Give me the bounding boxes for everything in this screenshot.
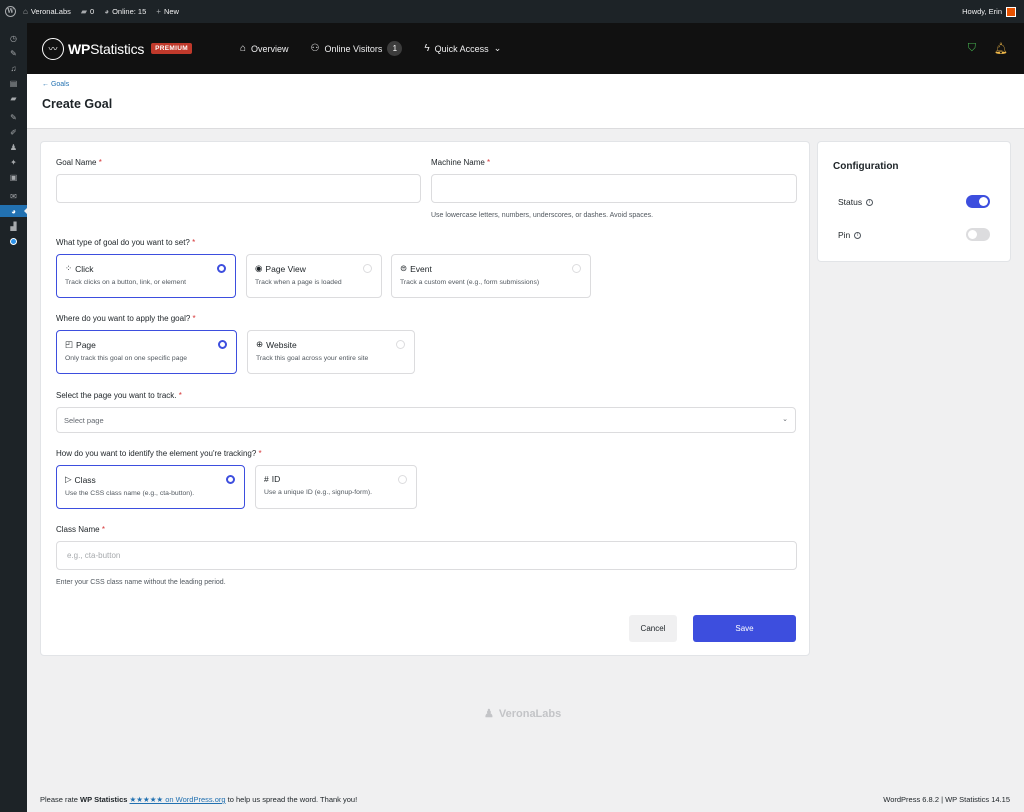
code-icon: ▷	[65, 474, 72, 484]
class-name-label: Class Name *	[56, 525, 105, 534]
lightning-icon: ϟ	[424, 43, 430, 54]
save-button[interactable]: Save	[693, 615, 796, 642]
comments-link[interactable]: ▰ 0	[81, 7, 94, 16]
class-name-hint: Enter your CSS class name without the le…	[56, 579, 226, 586]
apply-goal-label: Where do you want to apply the goal? *	[56, 314, 196, 323]
plugin-menu-icon[interactable]	[0, 235, 27, 247]
radio-unselected	[398, 475, 407, 484]
footer-rate-text: Please rate WP Statistics ★★★★★ on WordP…	[40, 795, 358, 804]
wps-header: 〰 WPStatistics PREMIUM ⌂ Overview ⚇ Onli…	[27, 23, 1024, 74]
radio-selected	[217, 264, 226, 273]
page-title: Create Goal	[42, 97, 113, 111]
media-icon[interactable]: ♫	[0, 62, 27, 74]
veronalabs-icon: ♟	[484, 708, 494, 720]
online-users-link[interactable]: ◕ Online: 15	[104, 7, 146, 16]
radio-unselected	[396, 340, 405, 349]
chart-circle-icon: ◕	[104, 7, 110, 16]
info-icon[interactable]: i	[866, 198, 874, 206]
apply-website-option[interactable]: ⊕ Website Track this goal across your ent…	[247, 330, 415, 374]
goal-type-event[interactable]: ⊜ Event Track a custom event (e.g., form …	[391, 254, 591, 298]
goal-name-input[interactable]	[56, 174, 421, 203]
statistics-menu-icon[interactable]: ◕	[0, 205, 27, 217]
wordpress-logo-icon[interactable]: W	[5, 6, 16, 17]
pin-row: Pin i	[838, 230, 862, 240]
goal-type-click[interactable]: ⁘ Click Track clicks on a button, link, o…	[56, 254, 236, 298]
machine-name-input[interactable]	[431, 174, 797, 203]
configuration-title: Configuration	[833, 161, 899, 172]
create-goal-form: Goal Name * Machine Name * Use lowercase…	[40, 141, 810, 656]
radio-unselected	[363, 264, 372, 273]
identify-element-label: How do you want to identify the element …	[56, 449, 262, 458]
identify-id-option[interactable]: # ID Use a unique ID (e.g., signup-form).	[255, 465, 417, 509]
goal-name-label: Goal Name *	[56, 158, 102, 167]
cancel-button[interactable]: Cancel	[629, 615, 677, 642]
plus-icon: +	[156, 7, 161, 16]
users-icon[interactable]: ♟	[0, 141, 27, 153]
event-icon: ⊜	[400, 263, 408, 273]
eye-icon: ◉	[255, 263, 263, 273]
tools-icon[interactable]: ✦	[0, 156, 27, 168]
pages-icon[interactable]: ▤	[0, 77, 27, 89]
rate-link[interactable]: ★★★★★ on WordPress.org	[130, 795, 226, 804]
page-icon: ◰	[65, 339, 74, 349]
footer-version: WordPress 6.8.2 | WP Statistics 14.15	[883, 795, 1010, 804]
premium-badge: PREMIUM	[151, 43, 192, 54]
radio-unselected	[572, 264, 581, 273]
apply-page-option[interactable]: ◰ Page Only track this goal on one specif…	[56, 330, 237, 374]
bell-icon[interactable]: 🔔︎	[994, 42, 1008, 55]
admin-sidebar: ◷ ✎ ♫ ▤ ▰ ✎ ✐ ♟ ✦ ▣ ✉ ◕ ▟	[0, 23, 27, 812]
goal-type-page-view[interactable]: ◉ Page View Track when a page is loaded	[246, 254, 382, 298]
identify-class-option[interactable]: ▷ Class Use the CSS class name (e.g., cta…	[56, 465, 245, 509]
back-to-goals-link[interactable]: ← Goals	[42, 81, 1024, 88]
plugins-icon[interactable]: ✐	[0, 126, 27, 138]
new-content-link[interactable]: + New	[156, 7, 179, 16]
pin-toggle[interactable]	[966, 228, 990, 241]
wp-statistics-logo[interactable]: 〰 WPStatistics PREMIUM	[42, 37, 192, 60]
nav-overview[interactable]: ⌂ Overview	[240, 43, 289, 54]
class-name-input[interactable]: e.g., cta-button	[56, 541, 797, 570]
main-nav: ⌂ Overview ⚇ Online Visitors 1 ϟ Quick A…	[240, 41, 501, 56]
chevron-down-icon: ⌄	[493, 43, 502, 53]
machine-name-label: Machine Name *	[431, 158, 491, 167]
home-icon: ⌂	[23, 7, 28, 16]
online-count-badge: 1	[387, 41, 403, 56]
comment-icon: ▰	[80, 7, 88, 16]
status-row: Status i	[838, 197, 874, 207]
wp-admin-bar: W ⌂ VeronaLabs ▰ 0 ◕ Online: 15 + New Ho…	[0, 0, 1024, 23]
radio-selected	[218, 340, 227, 349]
analytics-icon[interactable]: ▟	[0, 220, 27, 232]
settings-icon[interactable]: ▣	[0, 171, 27, 183]
radio-selected	[226, 475, 235, 484]
account-menu[interactable]: Howdy, Erin	[962, 6, 1024, 17]
shield-check-icon[interactable]: ⛉	[968, 42, 976, 55]
nav-quick-access[interactable]: ϟ Quick Access ⌄	[424, 43, 501, 54]
nav-online-visitors[interactable]: ⚇ Online Visitors 1	[311, 41, 403, 56]
wave-icon: 〰	[42, 37, 64, 60]
page-header: ← Goals Create Goal	[27, 74, 1024, 129]
select-page-dropdown[interactable]: Select page ⌄	[56, 407, 796, 433]
avatar	[1006, 6, 1016, 17]
dashboard-icon[interactable]: ◷	[0, 32, 27, 44]
home-icon: ⌂	[239, 43, 247, 54]
status-toggle[interactable]	[966, 195, 990, 208]
appearance-icon[interactable]: ✎	[0, 111, 27, 123]
select-page-label: Select the page you want to track. *	[56, 391, 182, 400]
machine-name-hint: Use lowercase letters, numbers, undersco…	[431, 212, 654, 219]
info-icon[interactable]: i	[854, 231, 862, 239]
cursor-click-icon: ⁘	[65, 263, 73, 273]
site-name-link[interactable]: ⌂ VeronaLabs	[23, 7, 71, 16]
mail-icon[interactable]: ✉	[0, 190, 27, 202]
veronalabs-logo: ♟ VeronaLabs	[484, 707, 562, 721]
globe-icon: ⊕	[256, 339, 264, 349]
hash-icon: #	[264, 474, 269, 484]
goal-type-label: What type of goal do you want to set? *	[56, 238, 196, 247]
comments-icon[interactable]: ▰	[0, 92, 27, 104]
users-icon: ⚇	[310, 43, 320, 54]
chevron-down-icon: ⌄	[782, 416, 788, 423]
configuration-panel: Configuration Status i Pin i	[817, 141, 1011, 262]
pin-icon[interactable]: ✎	[0, 47, 27, 59]
